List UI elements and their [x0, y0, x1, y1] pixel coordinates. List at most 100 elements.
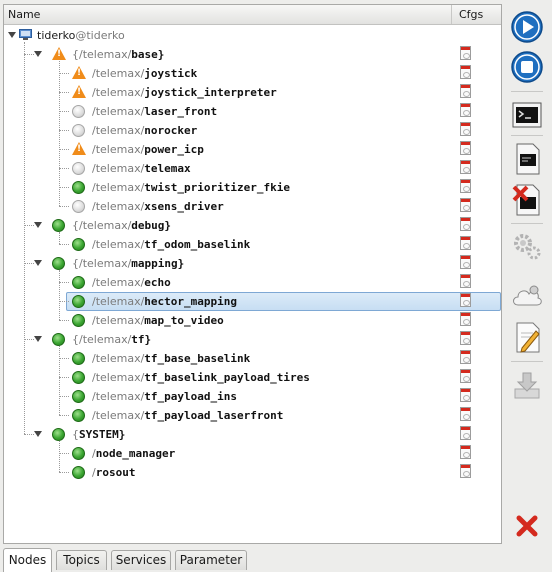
expand-arrow-icon[interactable] — [34, 51, 42, 57]
group-close-brace: } — [118, 428, 126, 441]
tree-branch-line — [59, 358, 69, 359]
config-file-icon[interactable] — [460, 217, 471, 231]
tab-topics[interactable]: Topics — [56, 550, 107, 570]
config-file-icon[interactable] — [460, 350, 471, 364]
save-button[interactable] — [509, 367, 545, 403]
config-file-icon[interactable] — [460, 274, 471, 288]
config-file-icon[interactable] — [460, 65, 471, 79]
host-row[interactable]: tiderko@tiderko — [4, 26, 501, 45]
config-file-icon[interactable] — [460, 198, 471, 212]
node-name-text: joystick — [144, 67, 198, 80]
expand-arrow-icon[interactable] — [34, 336, 42, 342]
cfgs-column-header[interactable]: Cfgs — [451, 5, 501, 24]
namespace-text: /telemax/ — [92, 409, 145, 422]
node-row[interactable]: /telemax/echo — [4, 273, 501, 292]
node-label: /node_manager — [92, 447, 175, 460]
node-row[interactable]: /telemax/telemax — [4, 159, 501, 178]
node-tree[interactable]: Name Cfgs tiderko@tiderko{/telemax/base}… — [3, 4, 502, 544]
node-name-text: tf_odom_baselink — [144, 238, 251, 251]
node-label: /telemax/laser_front — [92, 105, 217, 118]
config-file-icon[interactable] — [460, 331, 471, 345]
config-file-icon[interactable] — [460, 255, 471, 269]
group-row[interactable]: {SYSTEM} — [4, 425, 501, 444]
group-row[interactable]: {/telemax/mapping} — [4, 254, 501, 273]
node-row[interactable]: /telemax/tf_odom_baselink — [4, 235, 501, 254]
node-row[interactable]: /telemax/power_icp — [4, 140, 501, 159]
node-label: /telemax/joystick — [92, 67, 197, 80]
node-row[interactable]: /telemax/hector_mapping — [4, 292, 501, 311]
tab-parameter[interactable]: Parameter — [175, 550, 247, 570]
name-column-header[interactable]: Name — [8, 8, 40, 21]
tree-branch-line — [59, 320, 69, 321]
node-name-text: SYSTEM — [79, 428, 119, 441]
config-file-icon[interactable] — [460, 464, 471, 478]
edit-button[interactable] — [509, 319, 545, 355]
config-file-icon[interactable] — [460, 388, 471, 402]
close-button[interactable] — [509, 508, 545, 544]
config-file-icon[interactable] — [460, 103, 471, 117]
config-file-icon[interactable] — [460, 141, 471, 155]
config-file-icon[interactable] — [460, 445, 471, 459]
tree-branch-line — [59, 396, 69, 397]
clear-log-button[interactable] — [509, 182, 545, 218]
screen-button[interactable] — [509, 97, 545, 133]
status-running-icon — [72, 371, 85, 384]
node-row[interactable]: /telemax/xsens_driver — [4, 197, 501, 216]
config-file-icon[interactable] — [460, 160, 471, 174]
config-file-icon[interactable] — [460, 293, 471, 307]
config-file-icon[interactable] — [460, 122, 471, 136]
expand-arrow-icon[interactable] — [34, 260, 42, 266]
group-close-brace: } — [177, 257, 185, 270]
node-row[interactable]: /telemax/tf_payload_ins — [4, 387, 501, 406]
node-row[interactable]: /rosout — [4, 463, 501, 482]
node-label: /telemax/tf_baselink_payload_tires — [92, 371, 310, 384]
toolbar-separator — [511, 91, 543, 92]
node-row[interactable]: /telemax/joystick — [4, 64, 501, 83]
group-row[interactable]: {/telemax/tf} — [4, 330, 501, 349]
config-file-icon[interactable] — [460, 426, 471, 440]
node-row[interactable]: /telemax/twist_prioritizer_fkie — [4, 178, 501, 197]
node-row[interactable]: /telemax/map_to_video — [4, 311, 501, 330]
node-row[interactable]: /telemax/tf_base_baselink — [4, 349, 501, 368]
config-file-icon[interactable] — [460, 407, 471, 421]
namespace-text: /telemax/ — [92, 276, 145, 289]
node-row[interactable]: /telemax/tf_payload_laserfront — [4, 406, 501, 425]
node-name-text: tf_payload_laserfront — [144, 409, 284, 422]
config-file-icon[interactable] — [460, 84, 471, 98]
node-row[interactable]: /node_manager — [4, 444, 501, 463]
configure-button[interactable] — [509, 228, 545, 264]
status-warning-icon — [72, 85, 86, 98]
config-file-icon[interactable] — [460, 312, 471, 326]
config-file-icon[interactable] — [460, 179, 471, 193]
group-label: {/telemax/debug} — [72, 219, 171, 232]
log-button[interactable] — [509, 141, 545, 177]
node-row[interactable]: /telemax/tf_baselink_payload_tires — [4, 368, 501, 387]
namespace-text: /telemax/ — [92, 86, 145, 99]
tree-branch-line — [59, 206, 69, 207]
start-button[interactable] — [509, 9, 545, 45]
expand-arrow-icon[interactable] — [34, 431, 42, 437]
config-file-icon[interactable] — [460, 369, 471, 383]
namespace-text: /telemax/ — [92, 352, 145, 365]
namespace-text: /telemax/ — [92, 67, 145, 80]
cloud-button[interactable] — [509, 279, 545, 315]
config-file-icon[interactable] — [460, 46, 471, 60]
node-row[interactable]: /telemax/joystick_interpreter — [4, 83, 501, 102]
tab-nodes[interactable]: Nodes — [3, 548, 52, 572]
toolbar-separator — [511, 135, 543, 136]
node-row[interactable]: /telemax/norocker — [4, 121, 501, 140]
node-name-text: rosout — [95, 466, 136, 479]
expand-arrow-icon[interactable] — [34, 222, 42, 228]
node-name-text: xsens_driver — [144, 200, 224, 213]
expand-arrow-icon[interactable] — [8, 32, 16, 38]
node-label: /rosout — [92, 466, 135, 479]
group-row[interactable]: {/telemax/debug} — [4, 216, 501, 235]
tree-branch-line — [59, 377, 69, 378]
config-file-icon[interactable] — [460, 236, 471, 250]
node-row[interactable]: /telemax/laser_front — [4, 102, 501, 121]
node-name-text: map_to_video — [144, 314, 224, 327]
tab-services[interactable]: Services — [111, 550, 171, 570]
group-row[interactable]: {/telemax/base} — [4, 45, 501, 64]
stop-button[interactable] — [509, 49, 545, 85]
namespace-text: /telemax/ — [92, 162, 145, 175]
